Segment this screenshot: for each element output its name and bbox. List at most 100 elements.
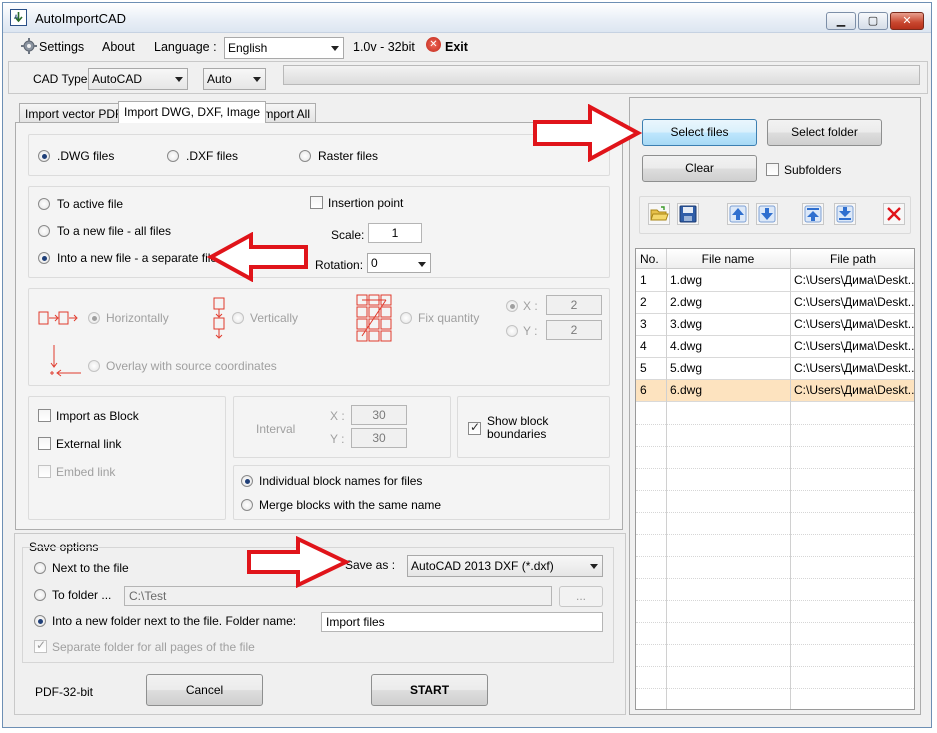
save-as-select[interactable]: AutoCAD 2013 DXF (*.dxf) (407, 555, 603, 577)
scale-input[interactable]: 1 (368, 223, 422, 243)
table-row[interactable]: 4 4.dwg C:\Users\Дима\Deskt... (636, 336, 915, 358)
select-files-button[interactable]: Select files (642, 119, 757, 146)
label-interval: Interval (256, 422, 296, 436)
move-up-button[interactable] (727, 203, 749, 225)
minimize-button[interactable]: ▁ (826, 12, 856, 30)
checkbox-embed-link[interactable] (38, 465, 51, 478)
table-row[interactable]: 5 5.dwg C:\Users\Дима\Deskt... (636, 358, 915, 380)
maximize-button[interactable]: ▢ (858, 12, 888, 30)
table-row[interactable]: 3 3.dwg C:\Users\Дима\Deskt... (636, 314, 915, 336)
rotation-select[interactable]: 0 (367, 253, 431, 273)
cad-type-value: AutoCAD (92, 72, 143, 86)
radio-vertically[interactable] (232, 312, 244, 324)
checkbox-external-link[interactable] (38, 437, 51, 450)
file-table[interactable]: No. File name File path 1 1.dwg C:\Users\Д… (635, 248, 915, 710)
checkbox-subfolders[interactable] (766, 163, 779, 176)
label-interval-y: Y : (330, 432, 345, 446)
radio-dxf[interactable] (167, 150, 179, 162)
exit-icon[interactable]: ✕ (426, 37, 441, 52)
checkbox-separate-folder[interactable] (34, 638, 47, 653)
cell-file-path: C:\Users\Дима\Deskt... (794, 273, 915, 287)
label-insertion-point: Insertion point (328, 196, 404, 210)
radio-dwg[interactable] (38, 150, 50, 162)
save-list-button[interactable] (677, 203, 699, 225)
interval-y-input[interactable]: 30 (351, 428, 407, 448)
table-row[interactable]: 1 1.dwg C:\Users\Дима\Deskt... (636, 270, 915, 292)
empty-row-line (636, 468, 914, 469)
rotation-value: 0 (371, 256, 378, 270)
menu-settings[interactable]: Settings (39, 40, 84, 54)
move-top-button[interactable] (802, 203, 824, 225)
radio-to-active-file[interactable] (38, 198, 50, 210)
column-header-file-path[interactable]: File path (790, 249, 914, 271)
tab-import-vector-pdf[interactable]: Import vector PDF (19, 103, 129, 123)
radio-fix-quantity[interactable] (400, 312, 412, 324)
browse-button[interactable]: ... (559, 586, 603, 607)
arrow-up-icon (729, 205, 747, 223)
minimize-icon: ▁ (836, 15, 846, 27)
label-into-new-folder: Into a new folder next to the file. Fold… (52, 614, 297, 628)
label-to-folder: To folder ... (52, 588, 112, 602)
radio-into-new-folder[interactable] (34, 615, 46, 627)
menu-exit[interactable]: Exit (445, 40, 468, 54)
language-label: Language : (154, 40, 217, 54)
radio-raster[interactable] (299, 150, 311, 162)
label-dxf: .DXF files (186, 149, 239, 163)
title-bar: A AutoImportCAD ▁ ▢ ✕ (3, 3, 931, 33)
table-row[interactable]: 6 6.dwg C:\Users\Дима\Deskt... (636, 380, 915, 402)
column-divider (790, 249, 791, 709)
cell-file-path: C:\Users\Дима\Deskt... (794, 339, 915, 353)
save-icon (679, 205, 697, 223)
select-folder-button[interactable]: Select folder (767, 119, 882, 146)
move-down-button[interactable] (756, 203, 778, 225)
radio-horizontally[interactable] (88, 312, 100, 324)
mode-select[interactable]: Auto (203, 68, 266, 90)
radio-next-to-file[interactable] (34, 562, 46, 574)
cancel-button[interactable]: Cancel (146, 674, 263, 706)
annotation-arrow-right-icon (247, 536, 350, 588)
close-button[interactable]: ✕ (890, 12, 924, 30)
fix-x-input[interactable]: 2 (546, 295, 602, 315)
label-raster: Raster files (318, 149, 379, 163)
start-button[interactable]: START (371, 674, 488, 706)
radio-new-file-all[interactable] (38, 225, 50, 237)
tab-import-dwg-dxf-image[interactable]: Import DWG, DXF, Image (118, 101, 267, 123)
checkbox-show-block-boundaries[interactable] (468, 420, 481, 435)
label-save-as: Save as : (345, 558, 396, 572)
label-new-file-all: To a new file - all files (57, 224, 172, 238)
cad-type-select[interactable]: AutoCAD (88, 68, 188, 90)
clear-button[interactable]: Clear (642, 155, 757, 182)
table-row[interactable]: 2 2.dwg C:\Users\Дима\Deskt... (636, 292, 914, 314)
label-separate-folder: Separate folder for all pages of the fil… (52, 640, 255, 654)
radio-merge-blocks[interactable] (241, 499, 253, 511)
checkbox-import-as-block[interactable] (38, 409, 51, 422)
language-select[interactable]: English (224, 37, 344, 59)
label-interval-x: X : (330, 409, 345, 423)
radio-to-folder[interactable] (34, 589, 46, 601)
cell-no: 3 (640, 317, 647, 331)
move-bottom-button[interactable] (834, 203, 856, 225)
radio-fix-y[interactable] (506, 325, 518, 337)
folder-name-input[interactable]: Import files (321, 612, 603, 632)
cell-file-path: C:\Users\Дима\Deskt... (794, 361, 915, 375)
cell-file-path: C:\Users\Дима\Deskt... (794, 317, 915, 331)
menu-about[interactable]: About (102, 40, 135, 54)
open-folder-button[interactable] (648, 203, 670, 225)
column-header-no[interactable]: No. (636, 249, 666, 271)
chevron-down-icon (418, 262, 426, 267)
fix-y-input[interactable]: 2 (546, 320, 602, 340)
label-individual-block-names: Individual block names for files (259, 474, 423, 488)
window-title: AutoImportCAD (35, 11, 127, 26)
remove-button[interactable] (883, 203, 905, 225)
column-header-file-name[interactable]: File name (666, 249, 790, 271)
folder-path-input[interactable]: C:\Test (124, 586, 552, 606)
radio-fix-x[interactable] (506, 300, 518, 312)
radio-new-file-separate[interactable] (38, 252, 50, 264)
interval-x-input[interactable]: 30 (351, 405, 407, 425)
radio-overlay[interactable] (88, 360, 100, 372)
checkbox-insertion-point[interactable] (310, 196, 323, 209)
radio-individual-block-names[interactable] (241, 475, 253, 487)
chevron-down-icon (331, 46, 339, 51)
cell-file-path: C:\Users\Дима\Deskt... (794, 383, 915, 397)
empty-row-line (636, 490, 914, 491)
